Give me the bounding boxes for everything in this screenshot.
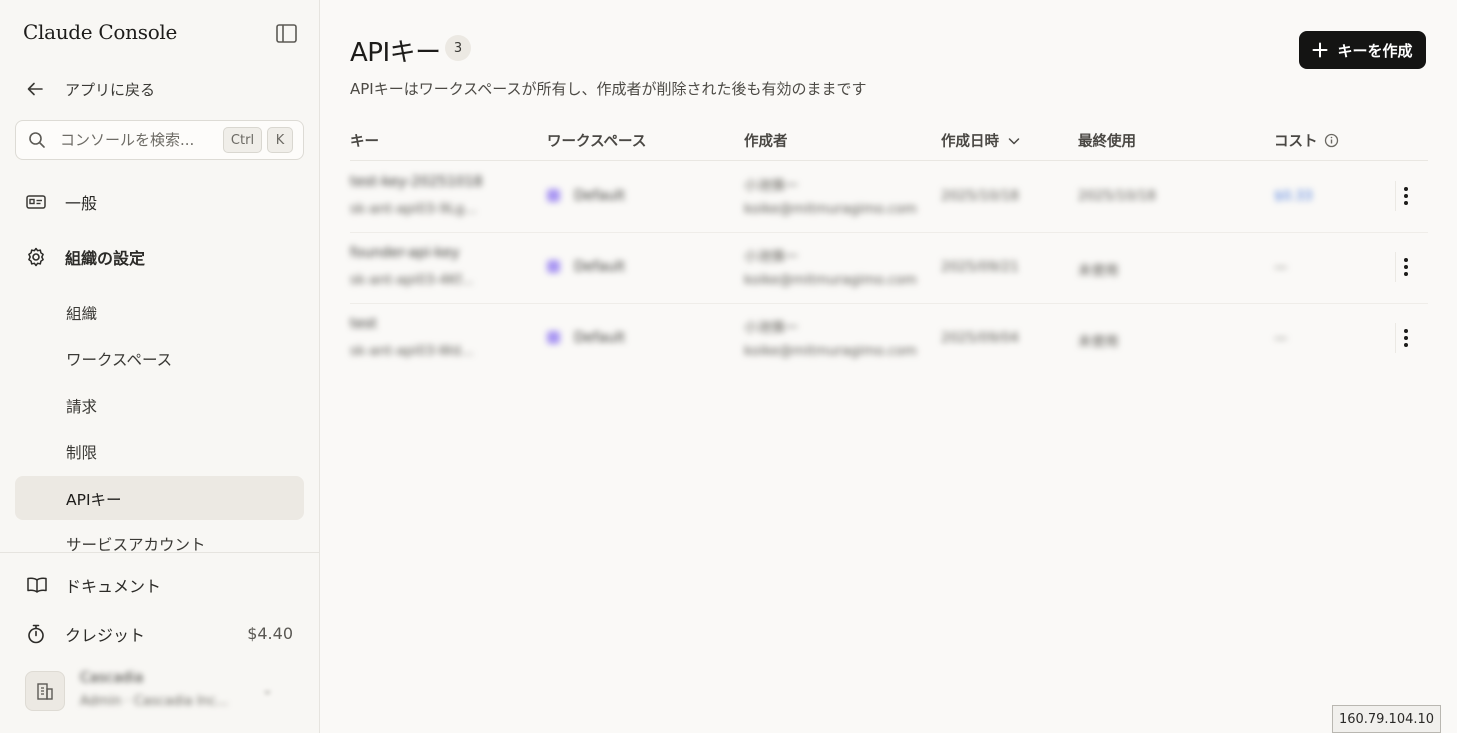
created-at: 2025/09/21: [941, 259, 1019, 275]
column-header-last-used: 最終使用: [1078, 134, 1136, 150]
key-name: founder-api-key: [350, 245, 460, 261]
stopwatch-icon: [28, 624, 44, 644]
sidebar-item-limits[interactable]: 制限: [66, 441, 97, 463]
column-header-creator: 作成者: [744, 134, 788, 150]
search-icon: [29, 132, 45, 148]
column-header-key: キー: [350, 134, 379, 150]
cost-value: —: [1274, 259, 1288, 275]
creator-email: koike@mitmuragimo.com: [744, 272, 917, 288]
org-avatar[interactable]: [25, 671, 65, 711]
page-title: APIキー: [350, 38, 441, 68]
workspace-color-dot: [547, 331, 560, 344]
sidebar-divider: [0, 552, 319, 553]
column-header-created-at-label: 作成日時: [941, 134, 999, 150]
page-subtitle: APIキーはワークスペースが所有し、作成者が削除された後も有効のままです: [350, 80, 867, 98]
back-to-app-label: アプリに戻る: [65, 80, 156, 99]
brand-logo[interactable]: Claude Console: [23, 20, 177, 44]
sidebar-item-docs[interactable]: ドキュメント: [25, 573, 161, 597]
table-header-divider: [350, 160, 1428, 161]
key-count-badge: 3: [445, 35, 471, 61]
last-used: 2025/10/18: [1078, 188, 1156, 204]
shortcut-ctrl-key: Ctrl: [223, 127, 262, 153]
org-switcher-chevron-icon[interactable]: ⌄: [262, 683, 273, 698]
key-name: test-key-20251018: [350, 174, 483, 190]
key-id: sk-ant-api03-9Lg...: [350, 201, 477, 217]
column-header-created-at[interactable]: 作成日時: [941, 130, 1021, 151]
sidebar-item-general-label: 一般: [65, 194, 98, 213]
chevron-down-icon: [1008, 137, 1020, 144]
sidebar-item-billing[interactable]: 請求: [66, 395, 97, 417]
creator-name: 小池慎一: [744, 320, 798, 336]
console-search[interactable]: Ctrl K: [15, 120, 304, 160]
column-header-cost: コスト: [1274, 130, 1339, 151]
sidebar-item-api-keys-label: APIキー: [66, 491, 122, 509]
key-name: test: [350, 316, 377, 332]
workspace-cell: Default: [547, 188, 625, 204]
info-icon[interactable]: [1324, 133, 1339, 148]
creator-email: koike@mitmuragimo.com: [744, 343, 917, 359]
workspace-name: Default: [574, 259, 626, 275]
workspace-name: Default: [574, 330, 626, 346]
creator-name: 小池慎一: [744, 249, 798, 265]
cost-value: —: [1274, 330, 1288, 346]
cost-link[interactable]: $0.33: [1274, 188, 1313, 204]
sidebar-item-org-settings-label: 組織の設定: [65, 249, 146, 268]
sidebar: Claude Console アプリに戻る Ctrl K 一般 組織の設定 組織…: [0, 0, 320, 733]
arrow-left-icon: [27, 82, 43, 96]
plus-icon: [1312, 42, 1328, 58]
sidebar-item-org-settings[interactable]: 組織の設定: [25, 245, 145, 269]
row-divider: [350, 232, 1428, 233]
sidebar-toggle-icon[interactable]: [275, 22, 298, 45]
workspace-color-dot: [547, 189, 560, 202]
row-more-menu-icon[interactable]: [1395, 323, 1415, 353]
id-card-icon: [26, 195, 46, 209]
last-used: 未使用: [1078, 263, 1119, 279]
workspace-name: Default: [574, 188, 626, 204]
sidebar-item-workspaces[interactable]: ワークスペース: [66, 348, 172, 370]
row-divider: [350, 303, 1428, 304]
shortcut-k-key: K: [267, 127, 293, 153]
create-key-label: キーを作成: [1337, 41, 1413, 60]
sidebar-item-credits[interactable]: クレジット: [25, 622, 145, 646]
key-id: sk-ant-api03-Wd...: [350, 343, 474, 359]
created-at: 2025/09/04: [941, 330, 1019, 346]
gear-icon: [28, 247, 44, 267]
create-key-button[interactable]: キーを作成: [1299, 31, 1426, 69]
back-to-app-link[interactable]: アプリに戻る: [25, 76, 155, 102]
sidebar-item-api-keys[interactable]: APIキー: [15, 476, 304, 520]
search-input[interactable]: [60, 131, 210, 149]
workspace-color-dot: [547, 260, 560, 273]
row-more-menu-icon[interactable]: [1395, 252, 1415, 282]
org-name[interactable]: Cascadia: [80, 670, 143, 686]
building-icon: [37, 683, 53, 700]
workspace-cell: Default: [547, 330, 625, 346]
workspace-cell: Default: [547, 259, 625, 275]
org-subtitle: Admin · Cascadia Inc...: [80, 694, 229, 709]
row-more-menu-icon[interactable]: [1395, 181, 1415, 211]
last-used: 未使用: [1078, 334, 1119, 350]
sidebar-item-docs-label: ドキュメント: [65, 577, 162, 596]
creator-name: 小池慎一: [744, 178, 798, 194]
sidebar-item-organization[interactable]: 組織: [66, 302, 97, 324]
key-id: sk-ant-api03-4Kf...: [350, 272, 474, 288]
sidebar-item-general[interactable]: 一般: [25, 190, 97, 214]
book-icon: [27, 577, 47, 593]
column-header-workspace: ワークスペース: [547, 134, 647, 150]
sidebar-item-credits-label: クレジット: [65, 626, 146, 645]
column-header-cost-label: コスト: [1274, 134, 1318, 150]
credits-amount: $4.40: [247, 624, 293, 643]
created-at: 2025/10/18: [941, 188, 1019, 204]
creator-email: koike@mitmuragimo.com: [744, 201, 917, 217]
ip-address-tag: 160.79.104.10: [1332, 705, 1441, 733]
